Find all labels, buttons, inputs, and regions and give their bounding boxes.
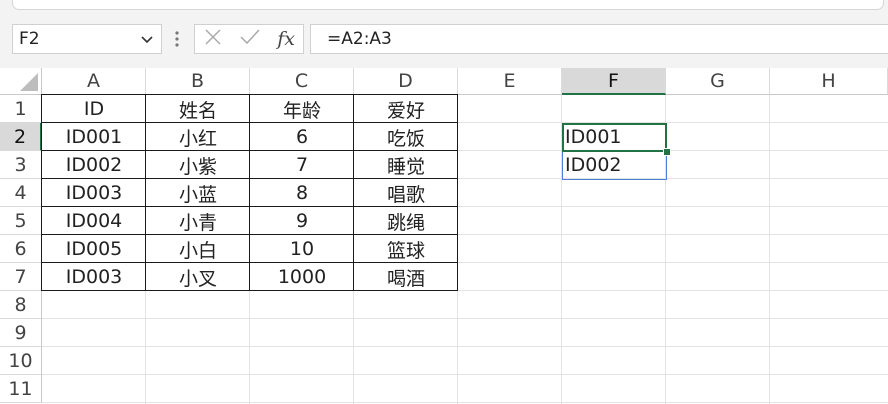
insert-function-icon[interactable]: fx [277, 28, 295, 50]
row-header-5[interactable]: 5 [0, 207, 42, 235]
row-header-3[interactable]: 3 [0, 151, 42, 179]
spill-cell[interactable]: ID002 [562, 151, 666, 179]
column-header-h[interactable]: H [770, 68, 888, 95]
spill-cell[interactable]: ID001 [562, 123, 666, 151]
formula-bar: F2 fx =A2:A3 [0, 14, 888, 68]
table-cell[interactable]: 1000 [250, 263, 354, 291]
formula-input[interactable]: =A2:A3 [310, 24, 888, 54]
name-box[interactable]: F2 [12, 24, 162, 54]
name-box-value: F2 [19, 29, 40, 49]
formula-buttons: fx [194, 24, 304, 54]
table-cell[interactable]: ID001 [42, 123, 146, 151]
row-header-4[interactable]: 4 [0, 179, 42, 207]
select-all-button[interactable] [0, 68, 42, 95]
row-header-7[interactable]: 7 [0, 263, 42, 291]
table-cell[interactable]: 篮球 [354, 235, 458, 263]
row-header-9[interactable]: 9 [0, 319, 42, 347]
fill-handle[interactable] [663, 148, 671, 156]
table-cell[interactable]: 10 [250, 235, 354, 263]
more-icon[interactable] [172, 29, 182, 53]
column-header-c[interactable]: C [250, 68, 354, 95]
table-cell[interactable]: ID002 [42, 151, 146, 179]
table-cell[interactable]: 唱歌 [354, 179, 458, 207]
column-header-d[interactable]: D [354, 68, 458, 95]
table-cell[interactable]: 7 [250, 151, 354, 179]
table-cell[interactable]: 小白 [146, 235, 250, 263]
table-cell[interactable]: ID003 [42, 263, 146, 291]
ribbon-edge [12, 0, 884, 10]
check-icon[interactable] [239, 27, 261, 51]
table-cell[interactable]: 睡觉 [354, 151, 458, 179]
formula-text: =A2:A3 [327, 29, 392, 49]
header-cell[interactable]: ID [42, 95, 146, 123]
spreadsheet-grid[interactable]: A B C D E F G H 1 2 3 4 5 6 7 8 9 10 11 ID 姓名 年龄 爱好 ID001 小红 6 吃饭 I… [0, 68, 888, 404]
gridline [42, 402, 888, 403]
table-cell[interactable]: 小紫 [146, 151, 250, 179]
header-cell[interactable]: 年龄 [250, 95, 354, 123]
gridline [42, 318, 888, 319]
cancel-icon[interactable] [203, 27, 223, 51]
table-cell[interactable]: ID003 [42, 179, 146, 207]
gridline [769, 95, 770, 404]
table-cell[interactable]: 小青 [146, 207, 250, 235]
table-cell[interactable]: 9 [250, 207, 354, 235]
table-cell[interactable]: 小红 [146, 123, 250, 151]
row-header-1[interactable]: 1 [0, 95, 42, 123]
column-header-b[interactable]: B [146, 68, 250, 95]
column-header-a[interactable]: A [42, 68, 146, 95]
ribbon-strip [0, 0, 888, 14]
table-cell[interactable]: 吃饭 [354, 123, 458, 151]
column-header-g[interactable]: G [666, 68, 770, 95]
table-cell[interactable]: 跳绳 [354, 207, 458, 235]
row-header-8[interactable]: 8 [0, 291, 42, 319]
column-header-e[interactable]: E [458, 68, 562, 95]
select-all-icon [20, 73, 38, 91]
header-cell[interactable]: 姓名 [146, 95, 250, 123]
header-cell[interactable]: 爱好 [354, 95, 458, 123]
table-cell[interactable]: ID004 [42, 207, 146, 235]
chevron-down-icon[interactable] [139, 31, 155, 52]
table-cell[interactable]: 8 [250, 179, 354, 207]
table-cell[interactable]: 喝酒 [354, 263, 458, 291]
table-cell[interactable]: ID005 [42, 235, 146, 263]
row-header-11[interactable]: 11 [0, 375, 42, 403]
table-cell[interactable]: 小蓝 [146, 179, 250, 207]
row-header-2[interactable]: 2 [0, 123, 42, 151]
gridline [42, 346, 888, 347]
row-header-10[interactable]: 10 [0, 347, 42, 375]
table-cell[interactable]: 6 [250, 123, 354, 151]
table-cell[interactable]: 小叉 [146, 263, 250, 291]
row-header-6[interactable]: 6 [0, 235, 42, 263]
gridline [42, 374, 888, 375]
column-header-f[interactable]: F [562, 68, 666, 95]
